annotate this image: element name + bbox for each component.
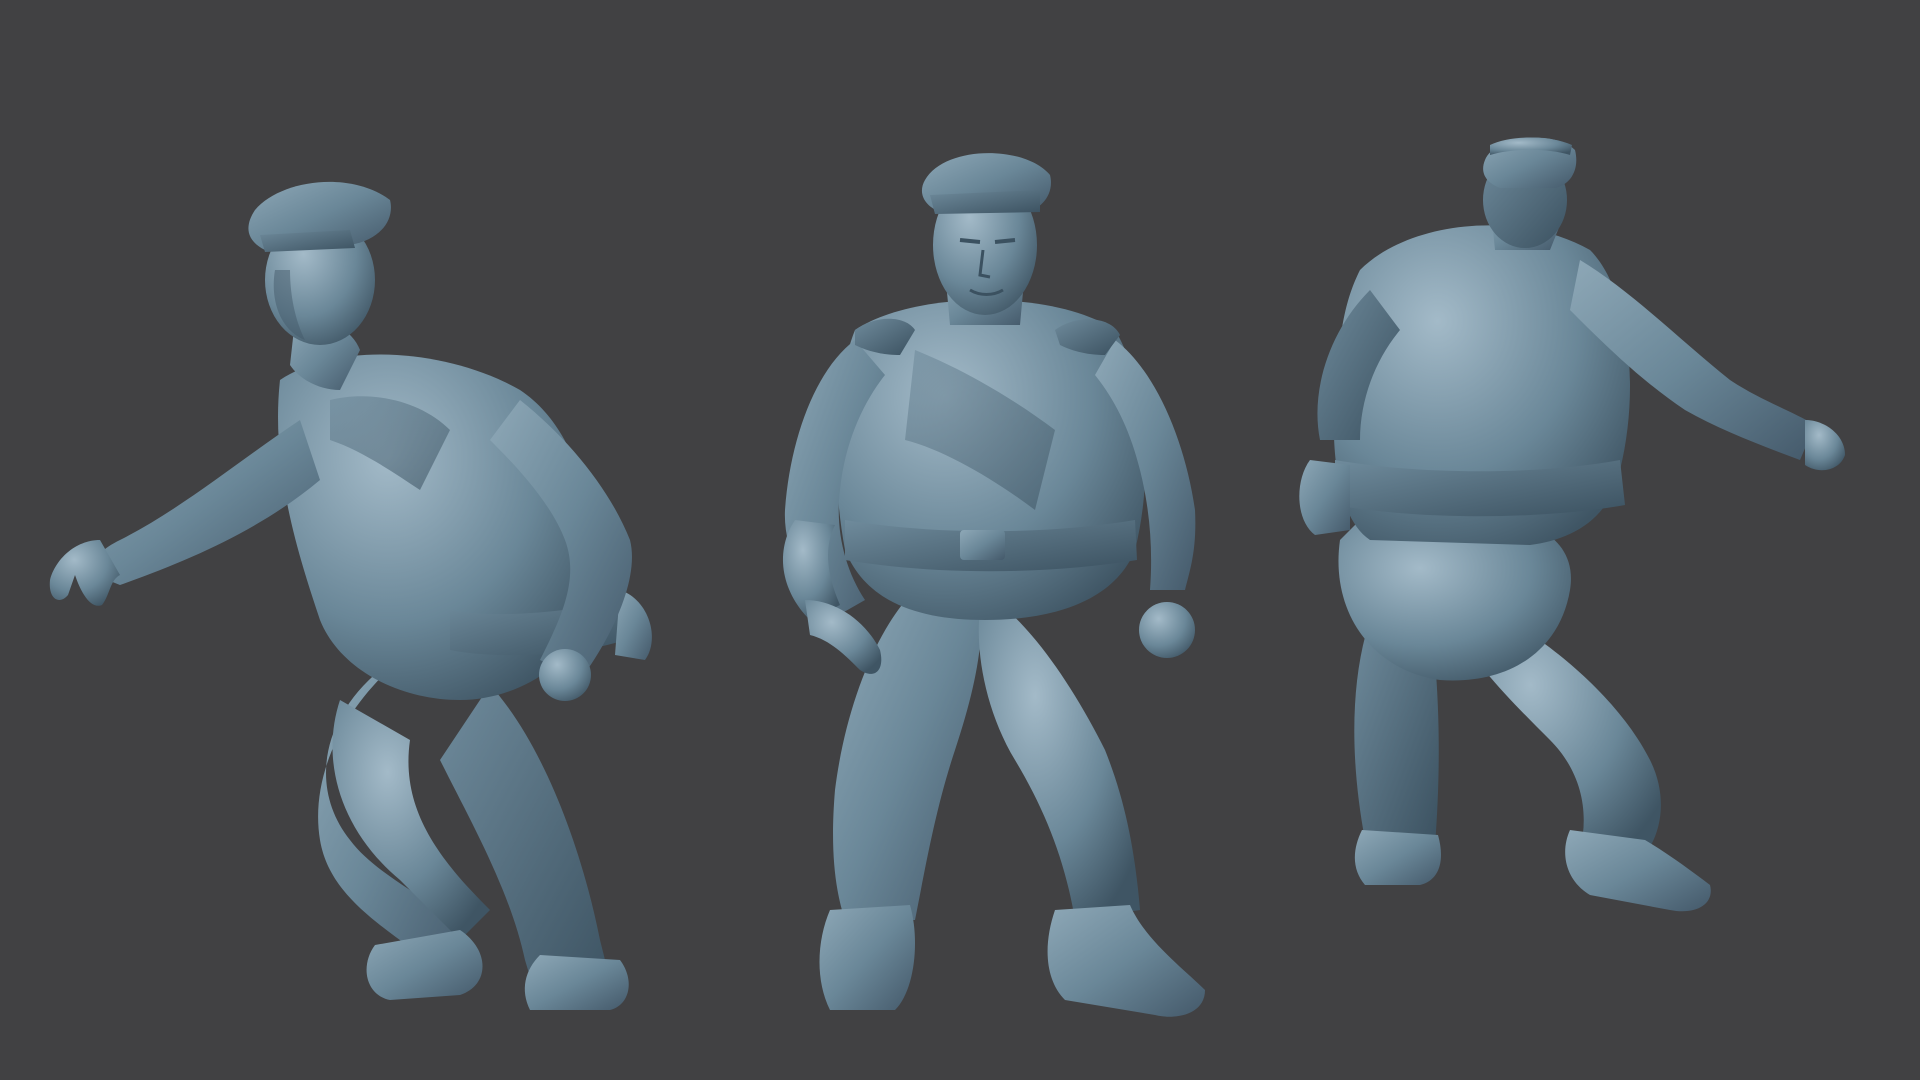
soldier-figure-front [783, 153, 1205, 1017]
soldier-figure-back [1299, 137, 1845, 912]
render-viewport [0, 0, 1920, 1080]
soldier-figure-three-quarter [49, 181, 652, 1010]
